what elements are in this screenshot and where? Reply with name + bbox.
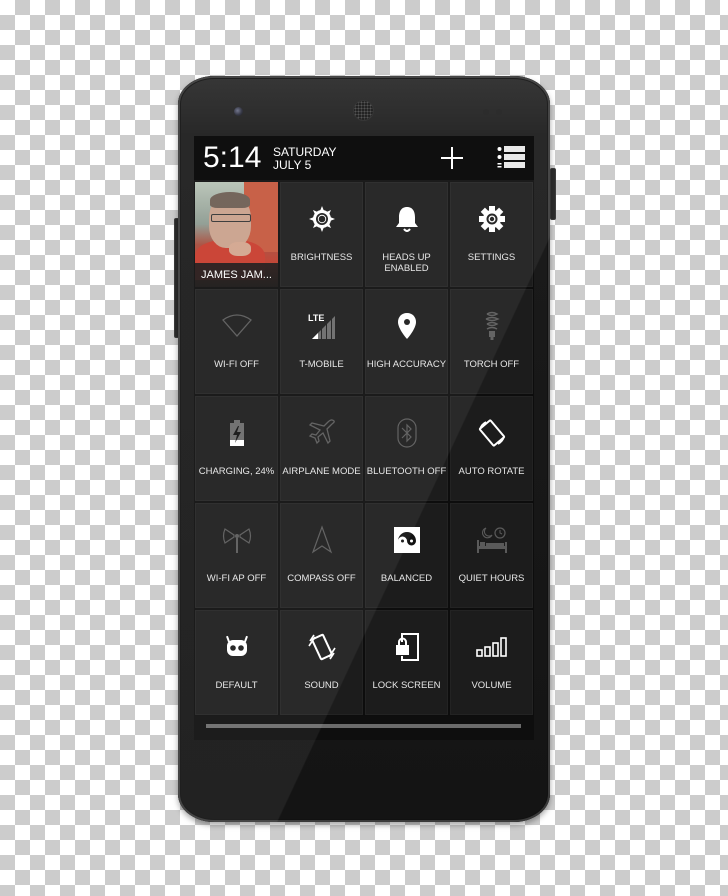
tile-settings[interactable]: SETTINGS — [450, 182, 533, 287]
tile-label: CHARGING, 24% — [198, 466, 275, 477]
lock-screen-icon — [395, 633, 419, 661]
tile-heads-up[interactable]: HEADS UP ENABLED — [365, 182, 448, 287]
list-icon — [497, 146, 525, 168]
wifi-icon — [221, 314, 252, 337]
tile-theme-default[interactable]: DEFAULT — [195, 610, 278, 715]
earpiece-speaker — [354, 101, 373, 120]
bed-clock-icon — [476, 527, 507, 553]
tile-battery[interactable]: CHARGING, 24% — [195, 396, 278, 501]
status-header: 5:14 SATURDAY JULY 5 — [194, 136, 534, 180]
tile-label: T-MOBILE — [299, 359, 344, 370]
tile-mobile-data[interactable]: LTE T-MOBILE — [280, 289, 363, 394]
proximity-sensor — [483, 109, 489, 115]
auto-rotate-icon — [478, 419, 505, 447]
tile-performance-profile[interactable]: BALANCED — [365, 503, 448, 608]
tile-volume[interactable]: VOLUME — [450, 610, 533, 715]
quick-settings-panel: 5:14 SATURDAY JULY 5 JAMES JAM... BRIGHT… — [194, 136, 534, 740]
tile-brightness[interactable]: BRIGHTNESS — [280, 182, 363, 287]
tile-label: TORCH OFF — [463, 359, 520, 370]
location-pin-icon — [397, 313, 416, 339]
volume-bars-icon — [475, 637, 507, 657]
edit-tiles-button[interactable] — [497, 146, 525, 170]
add-icon — [441, 147, 463, 169]
brightness-icon — [308, 206, 335, 232]
tile-label: AUTO ROTATE — [458, 466, 525, 477]
tile-lock-screen[interactable]: LOCK SCREEN — [365, 610, 448, 715]
tile-label: DEFAULT — [215, 680, 258, 691]
tiles-grid: JAMES JAM... BRIGHTNESS HEADS UP ENABLED… — [194, 181, 534, 716]
tile-label: QUIET HOURS — [458, 573, 525, 584]
tile-label: BALANCED — [380, 573, 433, 584]
tile-compass[interactable]: COMPASS OFF — [280, 503, 363, 608]
tile-airplane-mode[interactable]: AIRPLANE MODE — [280, 396, 363, 501]
torch-bulb-icon — [485, 311, 500, 340]
tile-label: BRIGHTNESS — [290, 252, 353, 263]
tile-sound[interactable]: SOUND — [280, 610, 363, 715]
battery-charging-icon — [229, 420, 244, 446]
cyanogenmod-icon — [225, 635, 248, 656]
date-label: JULY 5 — [273, 158, 312, 172]
clock[interactable]: 5:14 — [203, 141, 261, 175]
tile-label: BLUETOOTH OFF — [366, 466, 447, 477]
panel-drag-handle[interactable] — [206, 724, 521, 728]
tile-label: SETTINGS — [467, 252, 516, 263]
light-sensor — [496, 109, 502, 115]
tile-label: AIRPLANE MODE — [282, 466, 361, 477]
yin-yang-chip-icon — [391, 527, 422, 553]
bluetooth-icon — [396, 418, 417, 448]
tile-wifi-ap[interactable]: WI-FI AP OFF — [195, 503, 278, 608]
hotspot-icon — [222, 528, 251, 553]
tile-label: HEADS UP ENABLED — [382, 252, 431, 274]
tile-quiet-hours[interactable]: QUIET HOURS — [450, 503, 533, 608]
vibrate-phone-icon — [307, 633, 336, 661]
volume-side-button[interactable] — [550, 168, 556, 220]
tile-bluetooth[interactable]: BLUETOOTH OFF — [365, 396, 448, 501]
tile-wifi[interactable]: WI-FI OFF — [195, 289, 278, 394]
date-display[interactable]: SATURDAY JULY 5 — [273, 146, 337, 172]
tile-label: VOLUME — [471, 680, 512, 691]
airplane-icon — [308, 419, 335, 445]
phone-body: 5:14 SATURDAY JULY 5 JAMES JAM... BRIGHT… — [178, 76, 550, 822]
svg-text:LTE: LTE — [308, 313, 324, 323]
tile-location[interactable]: HIGH ACCURACY — [365, 289, 448, 394]
tile-label: WI-FI AP OFF — [206, 573, 267, 584]
lte-signal-icon: LTE — [308, 313, 335, 339]
tile-label: SOUND — [304, 680, 339, 691]
profile-tile[interactable]: JAMES JAM... — [195, 182, 278, 287]
tile-label: HIGH ACCURACY — [366, 359, 447, 370]
profile-name: JAMES JAM... — [195, 263, 278, 287]
tile-label: WI-FI OFF — [214, 359, 259, 370]
gear-icon — [478, 206, 505, 232]
bell-icon — [395, 207, 418, 232]
tile-auto-rotate[interactable]: AUTO ROTATE — [450, 396, 533, 501]
add-button[interactable] — [440, 146, 464, 170]
compass-arrow-icon — [311, 525, 332, 554]
tile-torch[interactable]: TORCH OFF — [450, 289, 533, 394]
tile-label: COMPASS OFF — [287, 573, 356, 584]
front-camera — [234, 107, 243, 116]
tile-label: LOCK SCREEN — [372, 680, 441, 691]
panel-drag-area — [194, 716, 534, 740]
user-avatar: JAMES JAM... — [195, 182, 278, 287]
